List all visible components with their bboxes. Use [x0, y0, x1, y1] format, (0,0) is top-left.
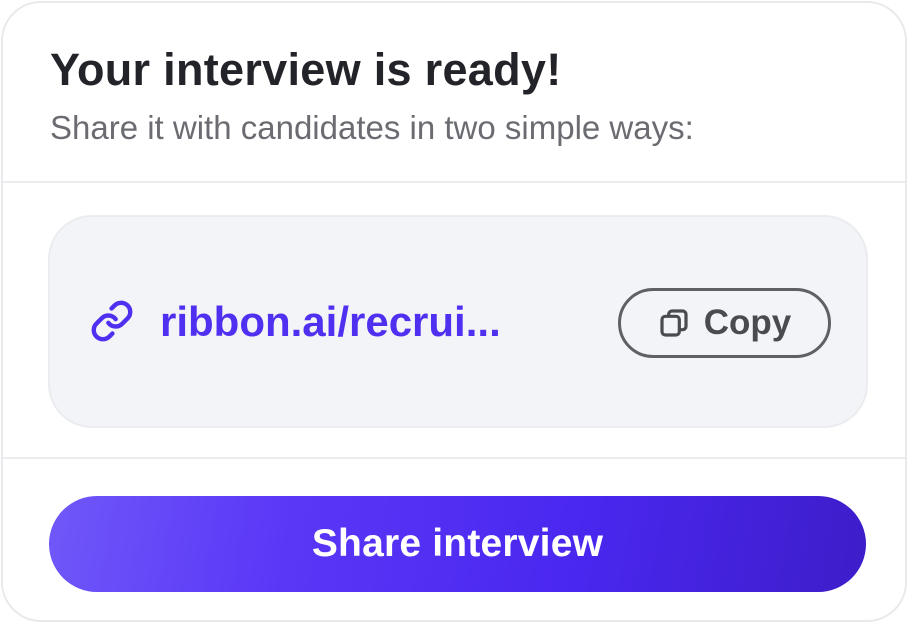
- interview-ready-card: Your interview is ready! Share it with c…: [1, 1, 907, 622]
- copy-icon: [660, 309, 688, 337]
- card-title: Your interview is ready!: [50, 44, 562, 95]
- share-button-label: Share interview: [311, 522, 604, 565]
- interview-link[interactable]: ribbon.ai/recrui...: [160, 296, 501, 348]
- section-divider: [3, 457, 905, 459]
- link-icon: [91, 300, 133, 342]
- share-interview-button[interactable]: Share interview: [49, 496, 866, 592]
- interview-link-panel: ribbon.ai/recrui... Copy: [48, 215, 868, 428]
- card-header: Your interview is ready! Share it with c…: [3, 3, 905, 183]
- copy-link-button[interactable]: Copy: [618, 288, 831, 358]
- card-subtitle: Share it with candidates in two simple w…: [50, 109, 694, 146]
- copy-button-label: Copy: [703, 303, 792, 342]
